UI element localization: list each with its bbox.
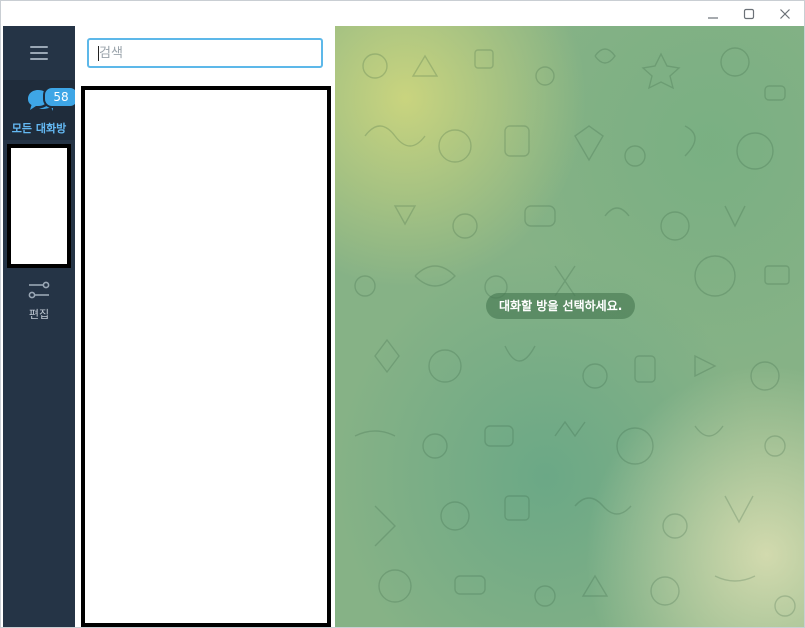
hamburger-menu-icon xyxy=(30,46,48,60)
main-menu-button[interactable] xyxy=(3,26,75,80)
edit-label: 편집 xyxy=(28,308,50,321)
close-button[interactable] xyxy=(767,1,803,26)
title-bar xyxy=(1,1,804,26)
folder-list-placeholder xyxy=(7,144,71,268)
edit-folders-button[interactable]: 편집 xyxy=(3,274,75,326)
chat-list-panel xyxy=(75,26,335,627)
text-caret xyxy=(98,46,99,61)
folder-all-label: 모든 대화방 xyxy=(11,122,67,135)
app-window: 58 모든 대화방 편집 검색 대화할 방을 선택하세요. xyxy=(0,0,805,628)
minimize-button[interactable] xyxy=(695,1,731,26)
chat-area: 대화할 방을 선택하세요. xyxy=(335,26,804,627)
maximize-icon xyxy=(743,8,755,19)
close-icon xyxy=(780,8,790,19)
sliders-icon xyxy=(28,281,50,299)
search-box[interactable] xyxy=(87,38,323,68)
doodle-pattern-background xyxy=(354,47,796,617)
empty-chat-hint: 대화할 방을 선택하세요. xyxy=(486,293,636,319)
minimize-icon xyxy=(708,16,718,19)
folder-all-chats[interactable]: 58 모든 대화방 xyxy=(3,80,79,140)
unread-badge: 58 xyxy=(43,86,79,108)
maximize-button[interactable] xyxy=(731,1,767,26)
search-input[interactable] xyxy=(89,40,321,66)
folders-sidebar: 58 모든 대화방 편집 xyxy=(3,26,79,627)
chat-list[interactable] xyxy=(81,86,331,627)
